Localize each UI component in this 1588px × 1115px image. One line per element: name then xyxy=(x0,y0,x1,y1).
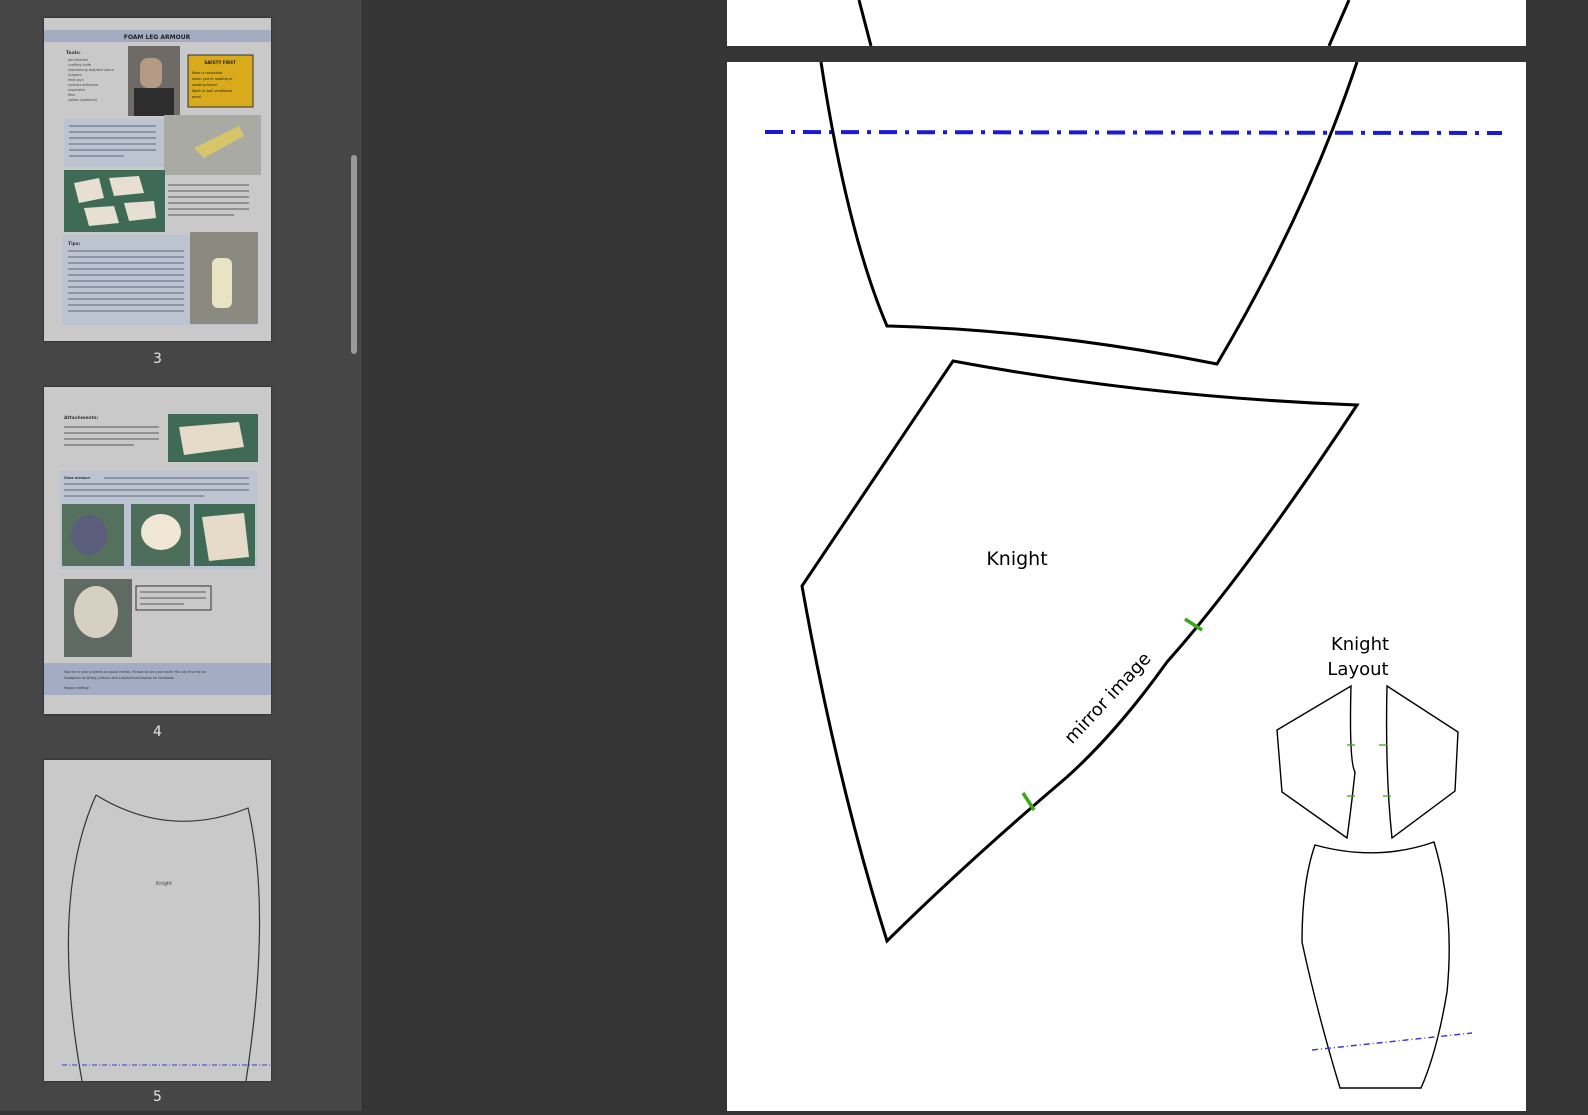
safety-line: sanding foam! xyxy=(192,83,217,87)
tool-item: contact adhesive xyxy=(68,83,98,87)
tool-item: sharpening tool/wet stone xyxy=(68,68,114,72)
layout-label-line2: Layout xyxy=(1327,659,1388,680)
footer-line: Instagram as @lady_arthurs and LadyArthu… xyxy=(64,676,175,680)
upper-pattern-piece xyxy=(819,61,1359,366)
page-thumbnail-sidebar: FOAM LEG ARMOUR Tools: pen/marker crafti… xyxy=(0,0,363,1111)
footer-line: Tag me in your projects on social media,… xyxy=(63,670,206,674)
page-thumbnail-5[interactable]: Knight xyxy=(44,760,271,1081)
tips-heading: Tips: xyxy=(68,241,81,247)
layout-alignment-line xyxy=(1311,1032,1473,1051)
previous-page-pattern xyxy=(857,0,1351,47)
page-thumbnail-3[interactable]: FOAM LEG ARMOUR Tools: pen/marker crafti… xyxy=(44,18,271,341)
safety-line: area! xyxy=(192,95,201,99)
tool-item: respirator xyxy=(68,88,86,92)
sidebar-scrollbar[interactable] xyxy=(351,155,357,354)
page-5-preview: Knight xyxy=(62,794,270,1081)
tool-item: spikes (optional) xyxy=(68,98,98,102)
page-number-label: 5 xyxy=(153,1089,162,1105)
page-3-title: FOAM LEG ARMOUR xyxy=(124,34,191,41)
attachments-heading: Attachments: xyxy=(64,415,98,421)
thumbnail-piece-label: Knight xyxy=(156,881,172,887)
safety-line: when you're heating or xyxy=(192,77,233,81)
alignment-line xyxy=(764,130,1503,135)
tool-item: files xyxy=(68,93,75,97)
tool-item: pen/marker xyxy=(68,58,89,62)
page-4-preview: Attachments: Shoe armour: Tag me in your… xyxy=(44,414,271,695)
knight-pattern-piece xyxy=(800,359,1360,944)
page-number-label: 4 xyxy=(153,724,162,740)
page-3-preview: FOAM LEG ARMOUR Tools: pen/marker crafti… xyxy=(44,30,271,325)
tool-item: heat gun xyxy=(68,78,84,82)
notch-mark xyxy=(1021,792,1036,811)
layout-diagram xyxy=(1276,684,1459,1089)
layout-label-line1: Knight xyxy=(1331,634,1389,655)
knight-label: Knight xyxy=(986,548,1047,570)
safety-line: Wear a respirator xyxy=(192,71,223,75)
page-number-label: 3 xyxy=(153,351,162,367)
footer-line: Happy crafting! xyxy=(64,686,90,690)
page-thumbnail-4[interactable]: Attachments: Shoe armour: Tag me in your… xyxy=(44,387,271,714)
shoe-armour-heading: Shoe armour: xyxy=(64,476,91,480)
document-page-previous xyxy=(727,0,1526,47)
safety-line: Work in well ventilated xyxy=(192,89,232,93)
pattern-canvas: Knight mirror image Knight Layout xyxy=(764,61,1503,1089)
tools-heading: Tools: xyxy=(66,50,81,56)
tool-item: crafting knife xyxy=(68,63,91,67)
safety-heading: SAFETY FIRST xyxy=(204,60,236,65)
tool-item: scissors xyxy=(68,73,82,77)
document-page-current: Knight mirror image Knight Layout xyxy=(727,61,1526,1111)
